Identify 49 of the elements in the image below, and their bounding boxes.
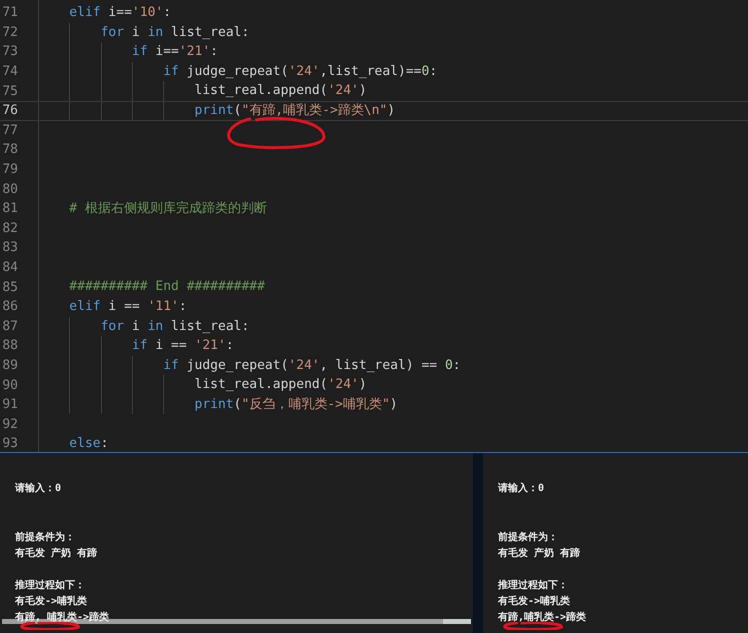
line-number: 92 — [1, 418, 18, 431]
code-line: print("有蹄,哺乳类->蹄类\n") — [194, 102, 396, 120]
line-number: 81 — [1, 202, 18, 216]
code-line: else: — [69, 435, 108, 452]
code-line: if i == '21': — [132, 337, 234, 356]
output-line: 有毛发->哺乳类 — [498, 596, 570, 608]
line-number: 84 — [1, 261, 18, 274]
output-line: 推理过程如下： — [15, 580, 85, 592]
code-line: if i=='21': — [132, 43, 218, 62]
code-line: ########## End ########## — [69, 278, 265, 296]
line-number: 85 — [1, 280, 18, 294]
output-line: 有毛发 产奶 有蹄 — [15, 548, 98, 560]
code-line: for i in list_real: — [100, 318, 250, 336]
output-line: 有蹄,哺乳类->蹄类 — [498, 612, 586, 624]
code-line: # 根据右侧规则库完成蹄类的判断 — [69, 200, 267, 218]
code-line: for i in list_real: — [100, 24, 250, 42]
line-number: 74 — [1, 65, 18, 78]
output-line: 前提条件为： — [15, 532, 75, 544]
line-number: 73 — [1, 45, 18, 58]
line-number: 71 — [1, 6, 18, 20]
line-number: 77 — [1, 124, 18, 137]
line-number: 83 — [1, 241, 18, 254]
line-number: 82 — [1, 222, 18, 235]
output-line: 有毛发 产奶 有蹄 — [498, 548, 580, 560]
line-number: 88 — [1, 339, 18, 352]
code-line: list_real.append('24') — [194, 82, 367, 100]
line-number: 80 — [1, 182, 18, 196]
output-line: 推理过程如下： — [498, 580, 568, 592]
output-line: 请输入：0 — [498, 483, 544, 495]
line-number: 90 — [1, 378, 18, 392]
line-number: 78 — [1, 143, 18, 156]
output-line: 前提条件为： — [498, 532, 558, 544]
line-number: 86 — [1, 300, 18, 314]
line-number: 75 — [1, 84, 18, 98]
output-line: 请输入：0 — [15, 483, 62, 495]
output-line: 有毛发->哺乳类 — [15, 596, 88, 608]
line-number: 91 — [1, 398, 18, 412]
code-line: if judge_repeat('24', list_real) == 0: — [163, 356, 461, 375]
line-number: 72 — [1, 26, 18, 39]
line-number: 79 — [1, 163, 18, 176]
code-line: elif i=='10': — [69, 4, 172, 22]
line-number: 93 — [1, 437, 18, 450]
code-line: print("反刍，哺乳类->哺乳类") — [194, 396, 398, 414]
code-line: if judge_repeat('24',list_real)==0: — [163, 62, 438, 81]
code-line: elif i == '11': — [69, 298, 187, 316]
code-line: list_real.append('24') — [194, 376, 367, 394]
line-number: 87 — [1, 320, 18, 333]
line-number: 76 — [1, 104, 18, 118]
line-number: 89 — [1, 358, 18, 372]
